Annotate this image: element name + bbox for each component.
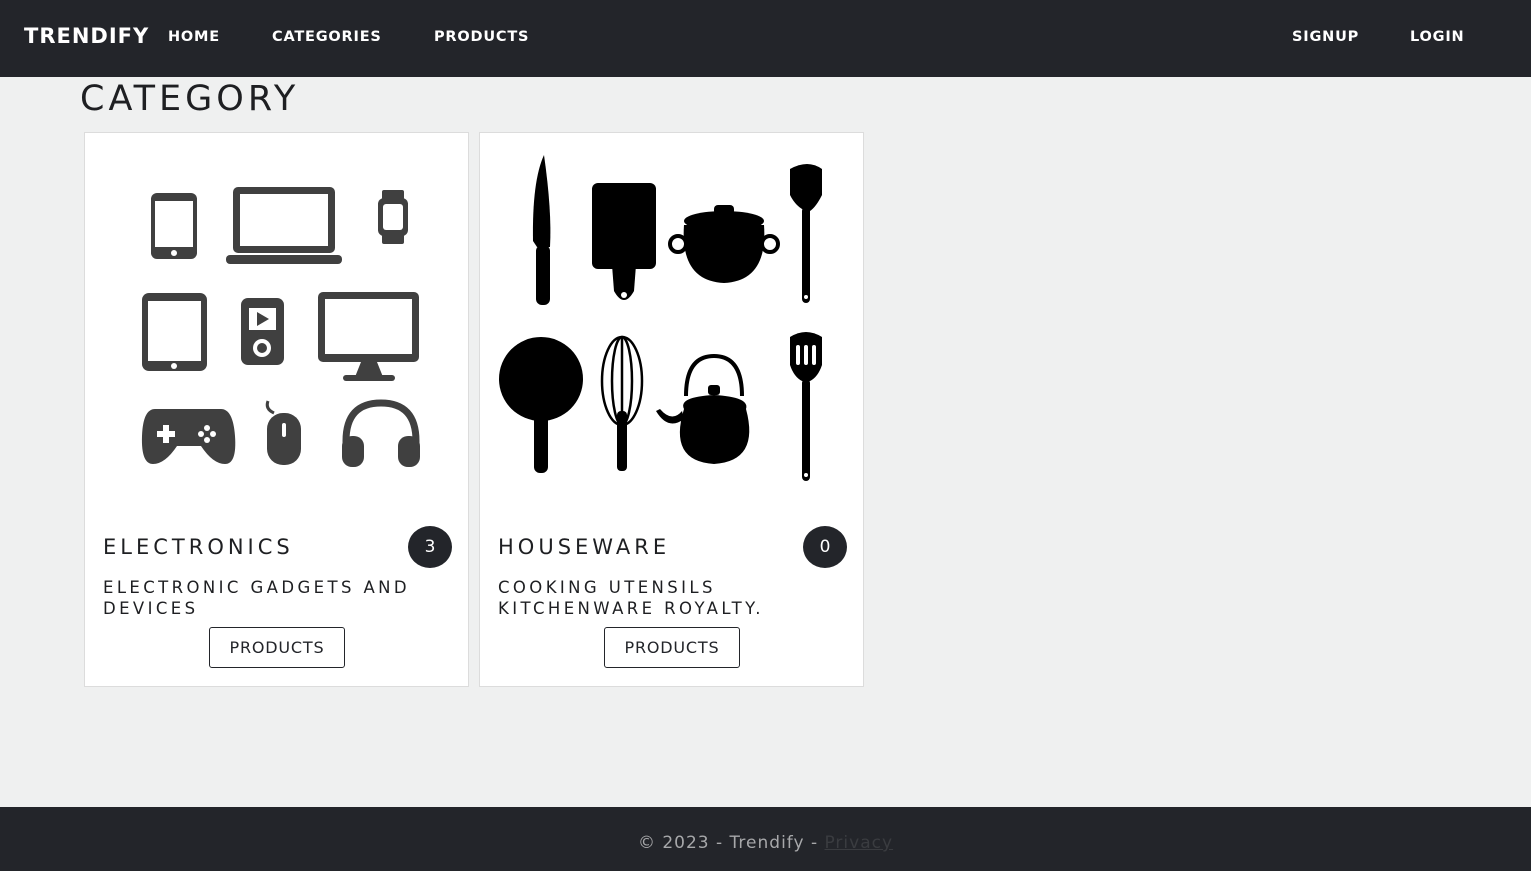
nav-link-signup[interactable]: SIGNUP: [1292, 28, 1359, 46]
nav-link-home[interactable]: HOME: [168, 28, 220, 46]
category-name: HOUSEWARE: [498, 535, 671, 559]
footer-text: © 2023 - Trendify - Privacy: [0, 832, 1531, 854]
electronics-image: [141, 187, 420, 467]
nav-link-products[interactable]: PRODUCTS: [434, 28, 529, 46]
page-title: CATEGORY: [80, 79, 300, 119]
products-button[interactable]: PRODUCTS: [604, 627, 740, 668]
category-card-electronics: ELECTRONICS 3 ELECTRONIC GADGETS AND DEV…: [84, 132, 469, 687]
category-card-houseware: HOUSEWARE 0 COOKING UTENSILS KITCHENWARE…: [479, 132, 864, 687]
nav-link-categories[interactable]: CATEGORIES: [272, 28, 382, 46]
category-name: ELECTRONICS: [103, 535, 294, 559]
copyright-text: © 2023 - Trendify -: [637, 833, 825, 853]
footer: © 2023 - Trendify - Privacy: [0, 807, 1531, 871]
nav-link-login[interactable]: LOGIN: [1410, 28, 1464, 46]
brand-logo[interactable]: TRENDIFY: [24, 22, 149, 50]
category-description: ELECTRONIC GADGETS AND DEVICES: [103, 578, 410, 618]
product-count-badge: 3: [408, 526, 452, 568]
category-description: COOKING UTENSILS KITCHENWARE ROYALTY.: [498, 578, 764, 618]
privacy-link[interactable]: Privacy: [824, 833, 893, 853]
navbar: TRENDIFY HOME CATEGORIES PRODUCTS SIGNUP…: [0, 0, 1531, 77]
houseware-image: [499, 155, 822, 481]
product-count-badge: 0: [803, 526, 847, 568]
products-button[interactable]: PRODUCTS: [209, 627, 345, 668]
